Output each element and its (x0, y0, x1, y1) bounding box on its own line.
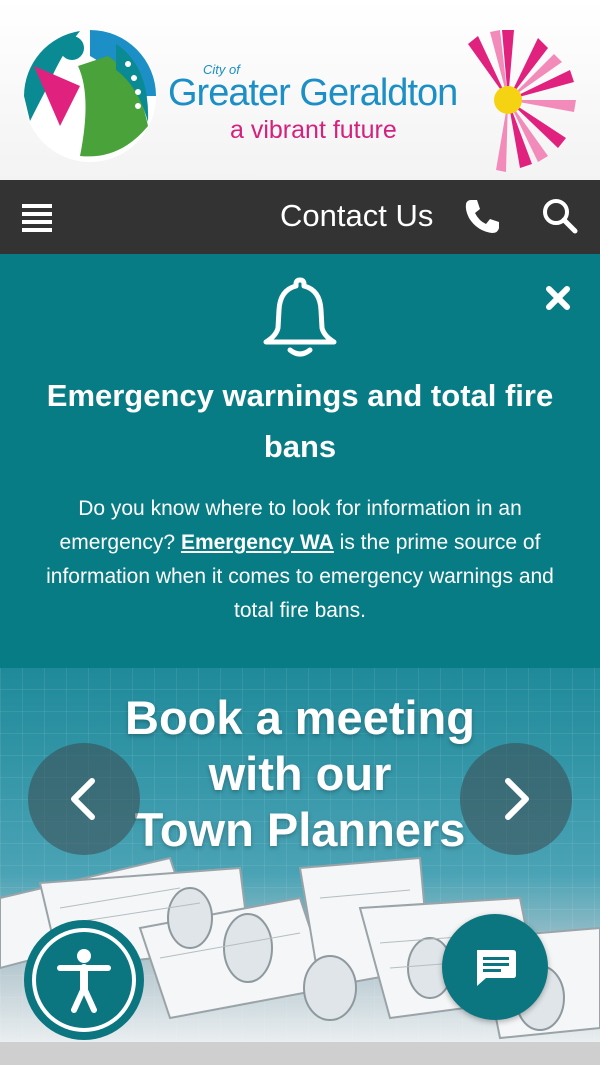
logo-city-name: Greater Geraldton (168, 72, 458, 114)
emergency-wa-link[interactable]: Emergency WA (181, 531, 334, 554)
alert-body: Do you know where to look for informatio… (28, 492, 572, 628)
contact-us-link[interactable]: Contact Us (280, 198, 433, 238)
top-nav-bar: Contact Us (0, 180, 600, 254)
site-header: City of Greater Geraldton a vibrant futu… (0, 0, 600, 180)
banner-heading-line-1: Book a meeting (125, 691, 475, 744)
emergency-alert-panel: Emergency warnings and total fire bans D… (0, 254, 600, 668)
page: City of Greater Geraldton a vibrant futu… (0, 0, 600, 1065)
alert-title: Emergency warnings and total fire bans (46, 378, 554, 464)
menu-button[interactable] (14, 198, 60, 236)
carousel-prev-button[interactable] (28, 743, 140, 855)
search-icon[interactable] (540, 196, 580, 236)
wildflower-icon (468, 30, 576, 172)
bell-icon (263, 277, 337, 357)
banner-heading-line-3: Town Planners (134, 803, 466, 856)
banner-heading-line-2: with our (208, 747, 392, 800)
close-icon[interactable] (540, 280, 576, 316)
phone-icon[interactable] (462, 196, 502, 236)
accessibility-button[interactable] (24, 920, 144, 1040)
hamburger-icon (22, 204, 52, 232)
chat-icon (477, 950, 516, 986)
city-logo-emblem[interactable] (20, 26, 160, 166)
chevron-right-icon (505, 778, 529, 820)
logo-tagline: a vibrant future (230, 116, 397, 144)
accessibility-icon (32, 928, 136, 1032)
footer-strip (0, 1042, 600, 1065)
chat-button[interactable] (442, 914, 548, 1020)
carousel-next-button[interactable] (460, 743, 572, 855)
chevron-left-icon (71, 778, 95, 820)
